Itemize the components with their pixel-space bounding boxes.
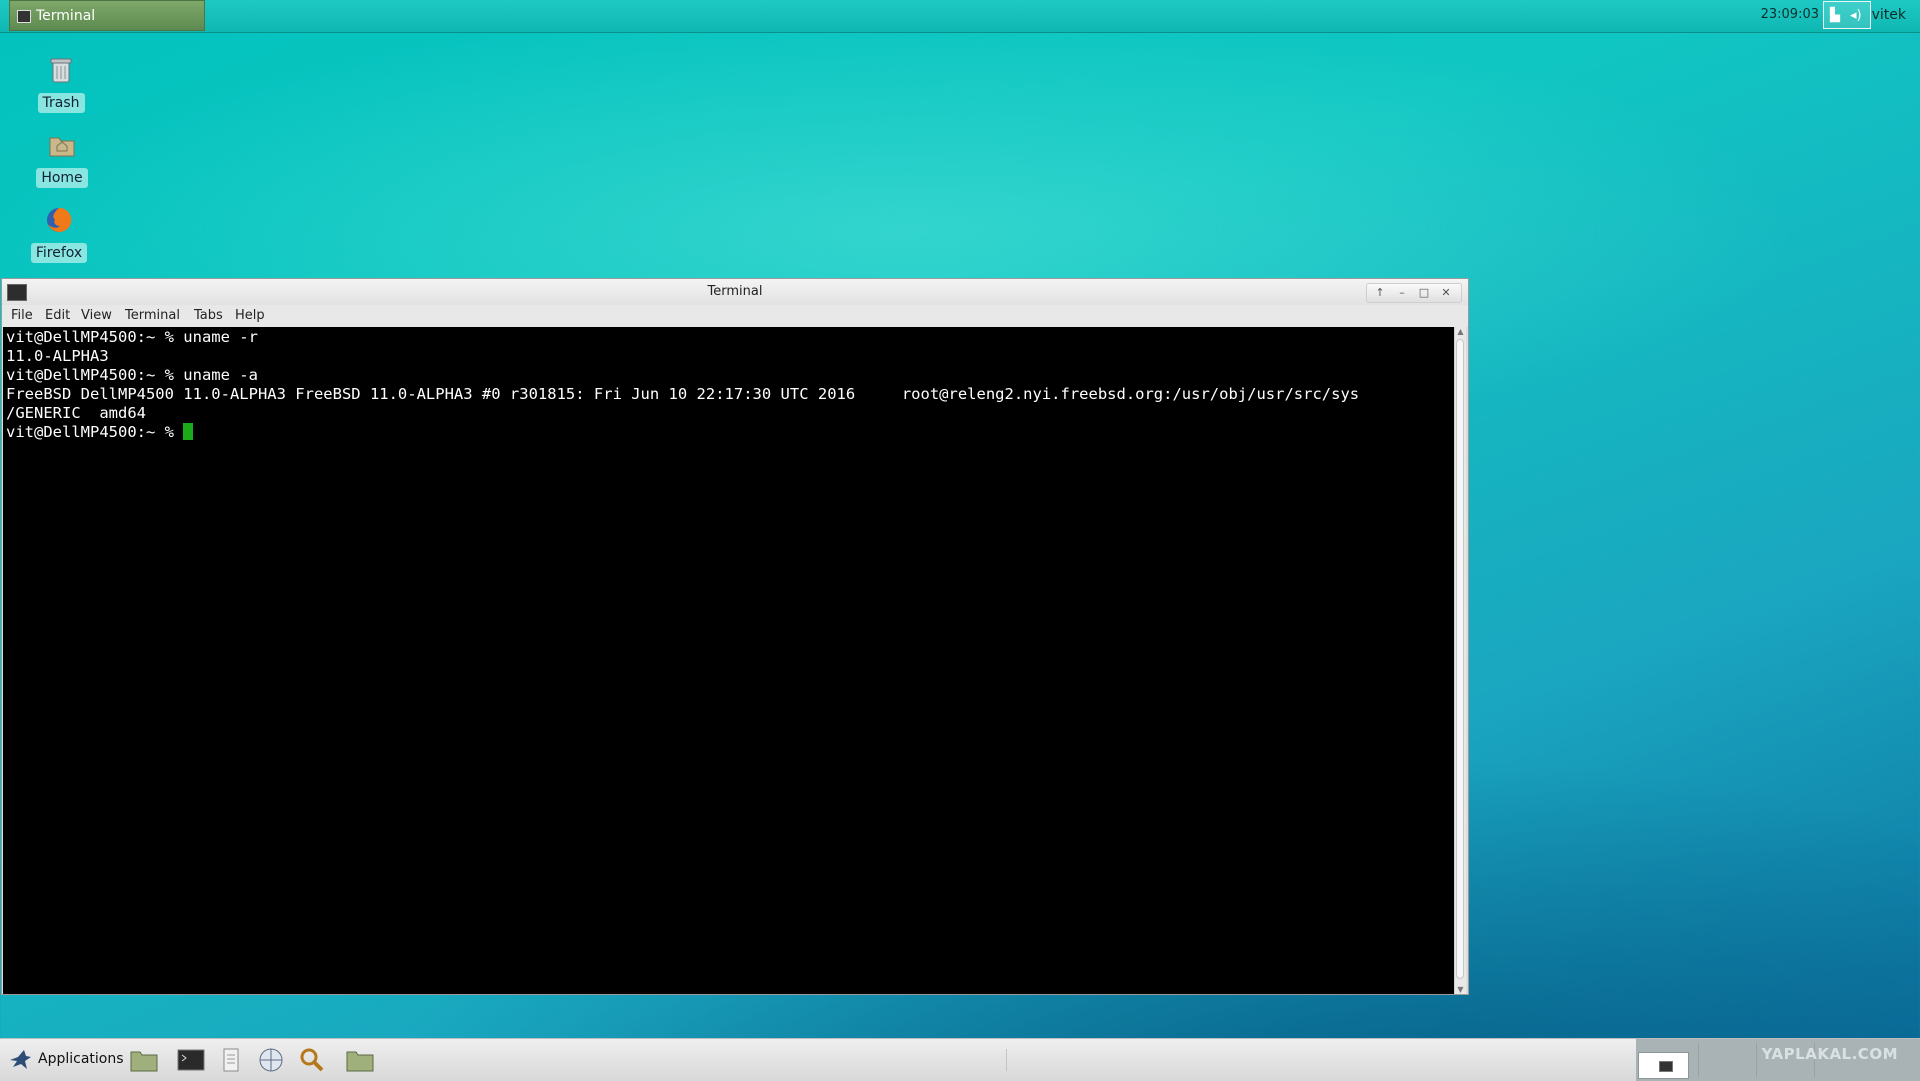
scrollbar-thumb[interactable] [1456,339,1464,979]
text-cursor [183,423,194,440]
maximize-icon[interactable]: □ [1414,284,1434,302]
system-tray[interactable]: ▙ ◂) [1823,1,1871,29]
volume-icon[interactable]: ◂) [1850,8,1862,23]
desktop-icon-home[interactable]: Home [27,130,97,188]
desktop-icon-trash[interactable]: Trash [26,55,96,113]
watermark: YAPLAKAL.COM [1761,1045,1898,1063]
terminal-line: /GENERIC amd64 [6,404,146,422]
scrollbar[interactable]: ▲ ▼ [1454,327,1466,994]
desktop-icon-label: Firefox [30,243,88,263]
top-panel: Terminal 23:09:03 ▙ ◂) vitek [0,0,1920,33]
menu-edit[interactable]: Edit [45,305,70,327]
text-editor-icon[interactable] [216,1046,246,1074]
terminal-line: vit@DellMP4500:~ % uname -r [6,328,258,346]
user-menu[interactable]: vitek [1872,0,1906,30]
network-icon[interactable]: ▙ [1830,8,1840,23]
workspace-2[interactable] [1698,1043,1756,1077]
menu-terminal[interactable]: Terminal [125,305,180,327]
folder-icon[interactable] [345,1046,375,1074]
menu-view[interactable]: View [81,305,112,327]
menu-file[interactable]: File [11,305,33,327]
desktop-icon-label: Trash [37,93,85,113]
workspace-1[interactable] [1638,1052,1689,1079]
terminal-icon[interactable] [176,1046,206,1074]
panel-separator [1006,1049,1007,1071]
window-controls: ↑ – □ ✕ [1366,283,1462,303]
home-folder-icon [49,137,75,157]
window-titlebar[interactable]: Terminal ↑ – □ ✕ [2,279,1468,305]
scroll-down-icon[interactable]: ▼ [1455,985,1466,994]
search-icon[interactable] [297,1046,327,1074]
menu-help[interactable]: Help [235,305,265,327]
menu-tabs[interactable]: Tabs [194,305,223,327]
minimize-icon[interactable]: – [1392,284,1412,302]
terminal-icon [1659,1061,1673,1072]
terminal-window: Terminal ↑ – □ ✕ File Edit View Terminal… [1,278,1469,995]
clock[interactable]: 23:09:03 [1761,0,1819,30]
applications-menu-button[interactable]: Applications [8,1047,124,1071]
terminal-output[interactable]: vit@DellMP4500:~ % uname -r 11.0-ALPHA3 … [3,327,1455,994]
close-icon[interactable]: ✕ [1436,284,1456,302]
firefox-icon [47,207,72,232]
desktop-icon-firefox[interactable]: Firefox [24,205,94,263]
window-title: Terminal [707,284,763,299]
terminal-prompt: vit@DellMP4500:~ % [6,423,184,441]
trash-icon [50,58,72,83]
bottom-panel: Applications YAPLAKAL.COM [0,1038,1920,1081]
web-browser-icon[interactable] [256,1046,286,1074]
terminal-line: FreeBSD DellMP4500 11.0-ALPHA3 FreeBSD 1… [6,385,1360,403]
file-manager-icon[interactable] [129,1046,159,1074]
menu-bar: File Edit View Terminal Tabs Help [2,305,1468,327]
terminal-line: vit@DellMP4500:~ % uname -a [6,366,258,384]
taskbar-terminal-button[interactable]: Terminal [9,0,205,31]
applications-menu-icon [10,1050,31,1069]
terminal-icon [17,10,31,23]
terminal-prompt-line[interactable]: vit@DellMP4500:~ % [6,423,1455,442]
scroll-up-icon[interactable]: ▲ [1455,327,1466,336]
applications-label: Applications [38,1051,124,1067]
terminal-line: 11.0-ALPHA3 [6,347,109,365]
taskbar-terminal-label: Terminal [36,8,96,24]
shade-icon[interactable]: ↑ [1370,284,1390,302]
desktop-icon-label: Home [36,168,88,188]
